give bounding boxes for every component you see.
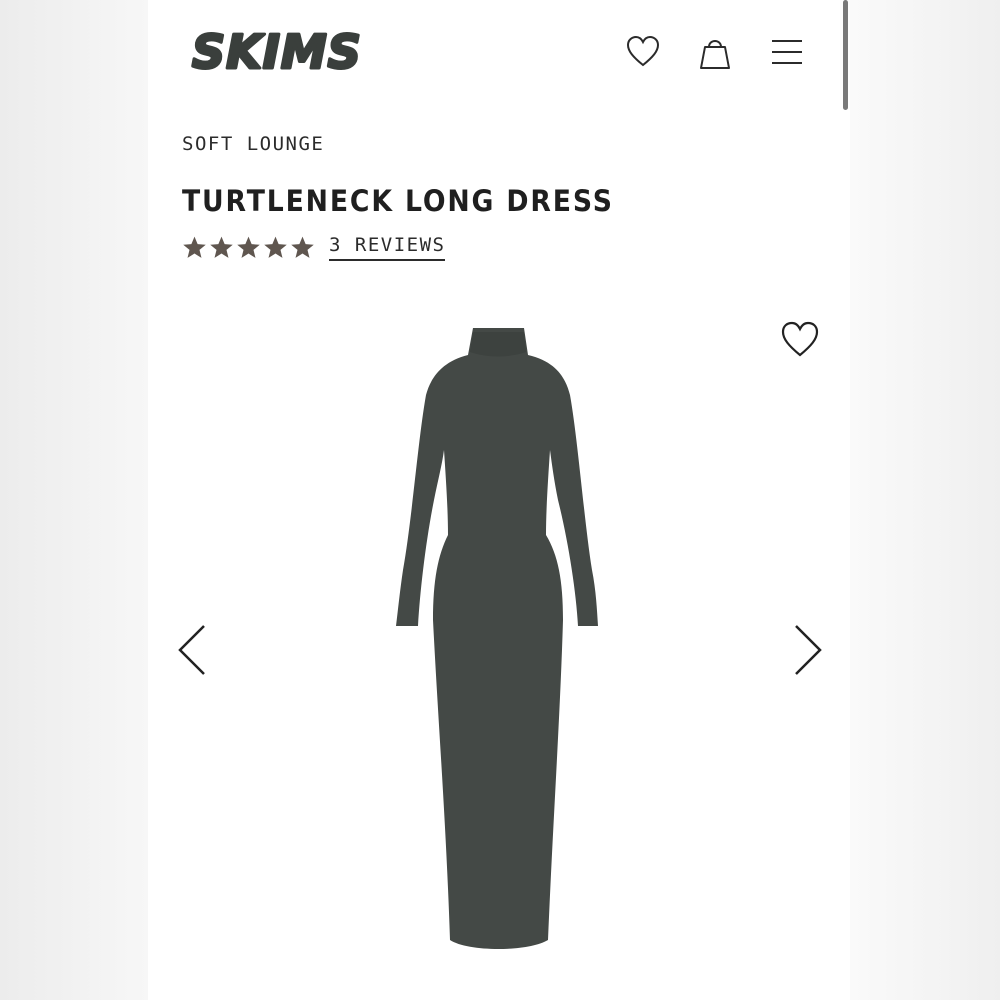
skims-logo[interactable]: SKIMS xyxy=(190,24,370,78)
reviews-link[interactable]: 3 REVIEWS xyxy=(329,234,446,261)
star-icon xyxy=(264,236,287,258)
product-image[interactable] xyxy=(388,320,618,960)
background-right xyxy=(850,0,1000,1000)
chevron-right-icon[interactable] xyxy=(790,622,824,678)
hamburger-menu-icon[interactable] xyxy=(769,34,805,70)
product-title: TURTLENECK LONG DRESS xyxy=(182,184,614,218)
svg-text:SKIMS: SKIMS xyxy=(192,25,362,78)
star-icon xyxy=(291,236,314,258)
background-left xyxy=(0,0,148,1000)
shopping-bag-icon[interactable] xyxy=(697,34,733,70)
star-rating[interactable] xyxy=(182,235,315,260)
collection-label: SOFT LOUNGE xyxy=(182,133,325,155)
product-page: SKIMS SOFT LOUNGE TURTLENECK LONG DRESS … xyxy=(148,0,850,1000)
heart-icon[interactable] xyxy=(780,320,820,360)
chevron-left-icon[interactable] xyxy=(176,622,210,678)
rating-row: 3 REVIEWS xyxy=(182,234,446,261)
scrollbar[interactable] xyxy=(843,0,848,110)
heart-icon[interactable] xyxy=(625,34,661,70)
star-icon xyxy=(237,236,260,258)
star-icon xyxy=(183,236,206,258)
star-icon xyxy=(210,236,233,258)
